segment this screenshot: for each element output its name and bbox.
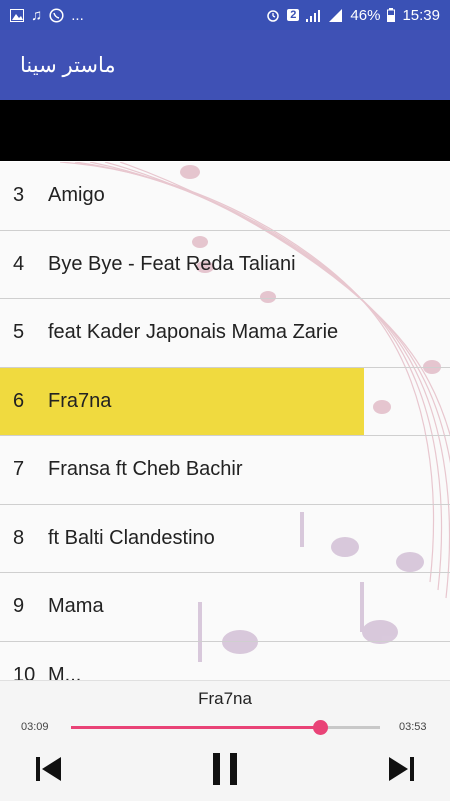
track-number: 7: [13, 458, 25, 481]
list-item[interactable]: 4 Bye Bye - Feat Reda Taliani: [0, 231, 450, 299]
track-title: M...: [48, 663, 82, 680]
ad-banner: [0, 100, 450, 161]
current-time: 03:09: [21, 721, 49, 733]
list-item[interactable]: 7 Fransa ft Cheb Bachir: [0, 436, 450, 505]
list-item-selected[interactable]: 6 Fra7na: [0, 367, 450, 436]
seek-progress: [71, 726, 320, 729]
battery-icon: [387, 8, 396, 22]
signal-icon: [306, 9, 322, 22]
next-button[interactable]: [382, 751, 422, 787]
status-bar: ♫ ... 2 46% 15:39: [0, 0, 450, 30]
list-item[interactable]: 9 Mama: [0, 573, 450, 642]
list-item[interactable]: 5 feat Kader Japonais Mama Zarie: [0, 299, 450, 368]
track-title: Mama: [48, 595, 104, 618]
more-notifications: ...: [71, 6, 84, 24]
track-list[interactable]: 3 Amigo 4 Bye Bye - Feat Reda Taliani 5 …: [0, 162, 450, 680]
signal-icon-2: [329, 8, 343, 22]
track-number: 6: [13, 389, 25, 412]
app-bar: ماستر سينا: [0, 30, 450, 100]
pause-button[interactable]: [205, 751, 245, 787]
clock: 15:39: [402, 6, 440, 24]
list-item[interactable]: 3 Amigo: [0, 162, 450, 231]
track-title: Bye Bye - Feat Reda Taliani: [48, 252, 296, 275]
alarm-icon: [266, 8, 280, 22]
track-number: 3: [13, 184, 25, 207]
track-number: 5: [13, 321, 25, 344]
track-number: 10: [13, 663, 36, 680]
battery-percent: 46%: [350, 6, 381, 24]
seek-bar[interactable]: [71, 720, 380, 735]
track-number: 4: [13, 252, 25, 275]
music-note-icon: ♫: [31, 6, 43, 24]
status-left: ♫ ...: [10, 7, 84, 24]
seek-thumb[interactable]: [312, 720, 328, 735]
previous-icon: [36, 757, 61, 781]
page-title: ماستر سينا: [20, 53, 116, 77]
track-number: 8: [13, 526, 25, 549]
sim-badge: 2: [287, 9, 300, 21]
total-time: 03:53: [399, 721, 427, 733]
next-icon: [389, 757, 414, 781]
track-title: Fransa ft Cheb Bachir: [48, 458, 243, 481]
player-panel: Fra7na 03:09 03:53: [0, 680, 450, 801]
track-title: feat Kader Japonais Mama Zarie: [48, 321, 339, 344]
previous-button[interactable]: [28, 751, 68, 787]
track-title: Fra7na: [48, 389, 112, 412]
image-icon: [10, 8, 24, 22]
pause-icon: [213, 753, 237, 785]
list-item[interactable]: 8 ft Balti Clandestino: [0, 505, 450, 573]
track-number: 9: [13, 595, 25, 618]
list-item[interactable]: 10 M...: [0, 642, 450, 680]
track-title: ft Balti Clandestino: [48, 526, 215, 549]
status-right: 2 46% 15:39: [266, 7, 440, 24]
now-playing-title: Fra7na: [198, 689, 252, 708]
track-title: Amigo: [48, 184, 105, 207]
whatsapp-icon: [49, 7, 64, 23]
